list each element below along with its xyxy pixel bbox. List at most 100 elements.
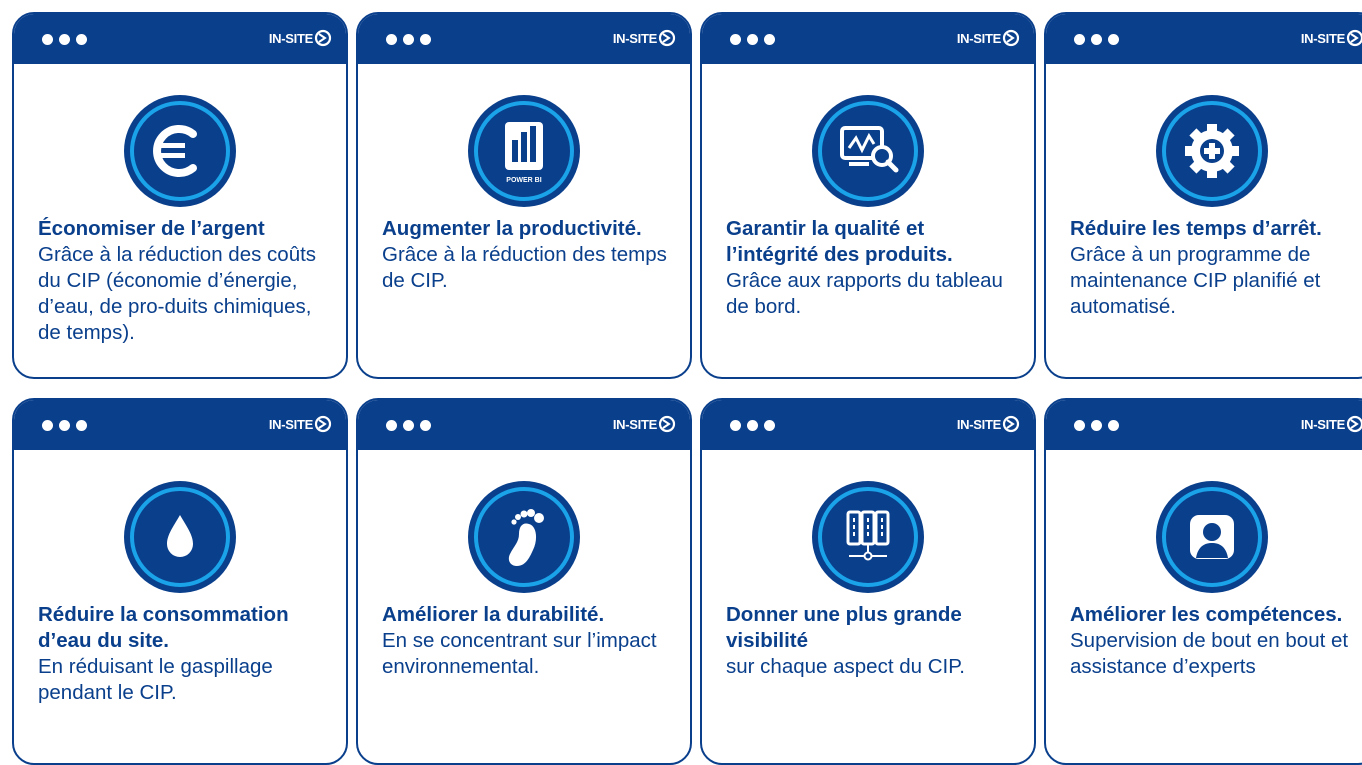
card-body: sur chaque aspect du CIP.: [726, 655, 965, 678]
window-dot: [1091, 34, 1102, 45]
logo-arrow-icon: [1346, 29, 1362, 47]
in-site-logo: IN-SITE: [613, 29, 676, 47]
window-dots: [730, 420, 775, 431]
benefit-card: IN-SITE Garantir la qualité et l’intégri…: [700, 12, 1036, 379]
window-title-bar: IN-SITE: [358, 14, 690, 64]
window-dot: [76, 34, 87, 45]
logo-arrow-icon: [1346, 415, 1362, 433]
benefit-card: IN-SITE Améliorer la durabilité. En se c…: [356, 398, 692, 765]
benefit-cards-grid: IN-SITE Économiser de l’argent Grâce à l…: [0, 0, 1362, 765]
user-icon: [1155, 480, 1269, 594]
window-dot: [76, 420, 87, 431]
power-bi-icon: POWER BI: [467, 94, 581, 208]
window-dot: [59, 420, 70, 431]
benefit-card: IN-SITE Réduire les temps d’arrêt. Grâce…: [1044, 12, 1362, 379]
window-dot: [386, 420, 397, 431]
in-site-logo: IN-SITE: [957, 415, 1020, 433]
card-text: Économiser de l’argent Grâce à la réduct…: [38, 216, 332, 346]
card-title: Économiser de l’argent: [38, 217, 265, 240]
window-dot: [1091, 420, 1102, 431]
benefit-card: IN-SITE Économiser de l’argent Grâce à l…: [12, 12, 348, 379]
benefit-card: IN-SITE Réduire la consommation d’eau du…: [12, 398, 348, 765]
benefit-card: IN-SITE POWER BI Augmenter la productivi…: [356, 12, 692, 379]
footprint-icon: [467, 480, 581, 594]
window-dot: [403, 34, 414, 45]
card-title: Réduire les temps d’arrêt.: [1070, 217, 1322, 240]
euro-icon: [123, 94, 237, 208]
card-title: Améliorer la durabilité.: [382, 603, 605, 626]
card-text: Améliorer les compétences. Supervision d…: [1070, 602, 1362, 680]
logo-text: IN-SITE: [612, 30, 657, 46]
card-body: En réduisant le gaspillage pendant le CI…: [38, 655, 273, 704]
window-dot: [42, 420, 53, 431]
benefit-card: IN-SITE Donner une plus grande visibilit…: [700, 398, 1036, 765]
dashboard-quality-icon: [811, 94, 925, 208]
card-text: Augmenter la productivité. Grâce à la ré…: [382, 216, 676, 294]
card-title: Améliorer les compétences.: [1070, 603, 1343, 626]
window-dot: [747, 420, 758, 431]
logo-text: IN-SITE: [956, 30, 1001, 46]
server-network-icon: [811, 480, 925, 594]
card-text: Réduire la consommation d’eau du site. E…: [38, 602, 332, 706]
logo-arrow-icon: [314, 29, 332, 47]
window-dot: [730, 34, 741, 45]
window-dot: [747, 34, 758, 45]
logo-text: IN-SITE: [1300, 30, 1345, 46]
window-dot: [420, 420, 431, 431]
in-site-logo: IN-SITE: [269, 29, 332, 47]
window-dot: [386, 34, 397, 45]
card-body: Grâce à la réduction des temps de CIP.: [382, 243, 667, 292]
logo-text: IN-SITE: [268, 416, 313, 432]
in-site-logo: IN-SITE: [1301, 29, 1362, 47]
logo-text: IN-SITE: [956, 416, 1001, 432]
window-title-bar: IN-SITE: [14, 14, 346, 64]
in-site-logo: IN-SITE: [957, 29, 1020, 47]
logo-text: IN-SITE: [1300, 416, 1345, 432]
in-site-logo: IN-SITE: [613, 415, 676, 433]
window-title-bar: IN-SITE: [1046, 14, 1362, 64]
logo-arrow-icon: [1002, 415, 1020, 433]
window-dot: [59, 34, 70, 45]
logo-text: IN-SITE: [268, 30, 313, 46]
card-title: Garantir la qualité et l’intégrité des p…: [726, 217, 953, 266]
logo-arrow-icon: [658, 415, 676, 433]
logo-arrow-icon: [1002, 29, 1020, 47]
window-title-bar: IN-SITE: [702, 14, 1034, 64]
card-body: Grâce à la réduction des coûts du CIP (é…: [38, 243, 317, 344]
water-drop-icon: [123, 480, 237, 594]
in-site-logo: IN-SITE: [1301, 415, 1362, 433]
logo-text: IN-SITE: [612, 416, 657, 432]
card-body: Grâce à un programme de maintenance CIP …: [1070, 243, 1321, 318]
window-dots: [386, 420, 431, 431]
window-dot: [1108, 420, 1119, 431]
card-text: Garantir la qualité et l’intégrité des p…: [726, 216, 1020, 320]
window-title-bar: IN-SITE: [14, 400, 346, 450]
card-body: En se concentrant sur l’impact environne…: [382, 629, 657, 678]
window-dot: [403, 420, 414, 431]
gear-plus-icon: [1155, 94, 1269, 208]
card-title: Réduire la consommation d’eau du site.: [38, 603, 289, 652]
logo-arrow-icon: [658, 29, 676, 47]
window-dot: [1074, 420, 1085, 431]
window-dots: [42, 420, 87, 431]
window-dots: [1074, 420, 1119, 431]
window-dot: [42, 34, 53, 45]
card-title: Donner une plus grande visibilité: [726, 603, 962, 652]
window-title-bar: IN-SITE: [702, 400, 1034, 450]
benefit-card: IN-SITE Améliorer les compétences. Super…: [1044, 398, 1362, 765]
card-body: Supervision de bout en bout et assistanc…: [1070, 629, 1349, 678]
window-dot: [1108, 34, 1119, 45]
card-text: Donner une plus grande visibilité sur ch…: [726, 602, 1020, 680]
window-dots: [730, 34, 775, 45]
window-dots: [42, 34, 87, 45]
card-text: Améliorer la durabilité. En se concentra…: [382, 602, 676, 680]
window-title-bar: IN-SITE: [1046, 400, 1362, 450]
svg-text:POWER BI: POWER BI: [506, 177, 541, 184]
card-title: Augmenter la productivité.: [382, 217, 642, 240]
card-body: Grâce aux rapports du tableau de bord.: [726, 269, 1003, 318]
window-dot: [730, 420, 741, 431]
window-dot: [764, 420, 775, 431]
window-dots: [386, 34, 431, 45]
in-site-logo: IN-SITE: [269, 415, 332, 433]
window-title-bar: IN-SITE: [358, 400, 690, 450]
